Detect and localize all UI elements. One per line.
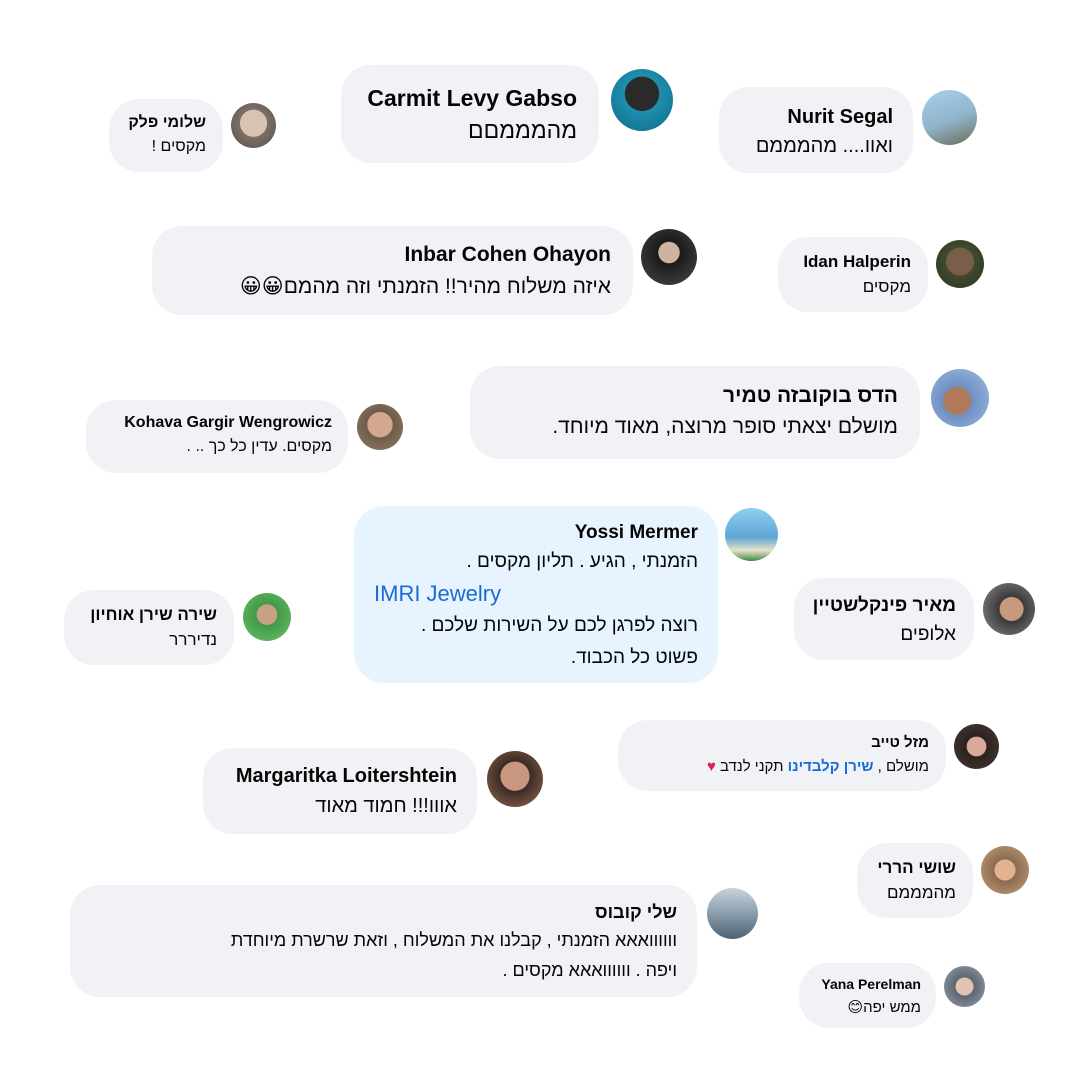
commenter-name[interactable]: מזל טייב: [635, 732, 929, 754]
comment-inbar: Inbar Cohen Ohayon איזה משלוח מהיר!! הזמ…: [152, 226, 633, 315]
commenter-name[interactable]: שירה שירן אוחיון: [81, 603, 217, 626]
comment-text: אלופים: [900, 624, 956, 645]
comment-text-line: פשוט כל הכבוד.: [570, 647, 698, 668]
comment-text-line: הזמנתי , הגיע . תליון מקסים .: [466, 551, 699, 572]
avatar-shoshi[interactable]: [981, 846, 1029, 894]
comment-text: מקסים !: [151, 138, 206, 155]
avatar-shelly[interactable]: [707, 888, 758, 939]
comment-text: ואוו.... מהמממם: [755, 135, 893, 157]
comment-shoshi: שושי הררי מהמממם: [857, 843, 973, 918]
comment-shira: שירה שירן אוחיון נדיררר: [64, 590, 234, 665]
comment-text: מושלם , שירן קלבדינו תקני לנדב ♥: [706, 758, 929, 775]
avatar-mazal[interactable]: [954, 724, 999, 769]
blush-emoji-icon: 😊: [847, 998, 864, 1016]
avatar-shlomi[interactable]: [231, 103, 276, 148]
smile-emoji-icon: 😀😀: [239, 274, 284, 298]
comment-text-line: וווווואאא הזמנתי , קבלנו את המשלוח , וזא…: [230, 930, 677, 950]
avatar-idan[interactable]: [936, 240, 984, 288]
commenter-name[interactable]: Margaritka Loitershtein: [223, 763, 457, 790]
comment-text: אווו!!! חמוד מאוד: [315, 795, 457, 817]
avatar-carmit[interactable]: [611, 69, 673, 131]
comment-carmit: Carmit Levy Gabso מהמממםם: [341, 65, 599, 163]
page-mention-link[interactable]: IMRI Jewelry: [374, 578, 698, 610]
commenter-name[interactable]: שלי קובוס: [90, 900, 677, 925]
comment-hadas: הדס בוקובזה טמיר מושלם יצאתי סופר מרוצה,…: [470, 366, 920, 459]
commenter-name[interactable]: Carmit Levy Gabso: [363, 83, 577, 113]
comment-text: נדיררר: [169, 630, 217, 649]
comment-margaritka: Margaritka Loitershtein אווו!!! חמוד מאו…: [203, 748, 477, 834]
comment-meir: מאיר פינקלשטיין אלופים: [794, 578, 974, 660]
comment-text: ממש יפה😊: [847, 998, 921, 1016]
commenter-name[interactable]: שושי הררי: [874, 856, 956, 879]
comment-yana: Yana Perelman ממש יפה😊: [799, 963, 936, 1028]
comment-text: מהמממם: [886, 883, 956, 902]
comment-shlomi: שלומי פלק מקסים !: [109, 99, 223, 172]
commenter-name[interactable]: Idan Halperin: [795, 250, 911, 273]
avatar-yana[interactable]: [944, 966, 985, 1007]
heart-icon: ♥: [706, 758, 716, 775]
comment-text: איזה משלוח מהיר!! הזמנתי וזה מהמם😀😀: [239, 274, 611, 298]
comment-yossi: Yossi Mermer הזמנתי , הגיע . תליון מקסים…: [354, 506, 718, 683]
comment-text: מושלם יצאתי סופר מרוצה, מאוד מיוחד.: [552, 415, 898, 438]
commenter-name[interactable]: Yossi Mermer: [374, 520, 698, 546]
commenter-name[interactable]: מאיר פינקלשטיין: [812, 593, 956, 619]
avatar-nurit[interactable]: [922, 90, 977, 145]
avatar-inbar[interactable]: [641, 229, 697, 285]
comment-shelly: שלי קובוס וווווואאא הזמנתי , קבלנו את המ…: [70, 885, 697, 997]
comment-nurit: Nurit Segal ואוו.... מהמממם: [719, 87, 913, 173]
avatar-shira[interactable]: [243, 593, 291, 641]
comment-kohava: Kohava Gargir Wengrowicz מקסים. עדין כל …: [86, 400, 348, 473]
avatar-hadas[interactable]: [931, 369, 989, 427]
avatar-margaritka[interactable]: [487, 751, 543, 807]
user-tag-link[interactable]: שירן קלבדינו: [788, 758, 874, 775]
comment-text: מהמממםם: [468, 117, 577, 143]
comment-mazal: מזל טייב מושלם , שירן קלבדינו תקני לנדב …: [618, 720, 946, 791]
commenter-name[interactable]: שלומי פלק: [126, 112, 206, 134]
comment-text: מקסים. עדין כל כך .. .: [186, 438, 332, 455]
comment-text-line: ויפה . וווווואאא מקסים .: [502, 960, 677, 980]
comment-text: מקסים: [862, 277, 911, 296]
commenter-name[interactable]: Nurit Segal: [739, 103, 893, 131]
avatar-kohava[interactable]: [357, 404, 403, 450]
commenter-name[interactable]: Kohava Gargir Wengrowicz: [102, 412, 332, 434]
avatar-meir[interactable]: [983, 583, 1035, 635]
comment-idan: Idan Halperin מקסים: [778, 237, 928, 312]
commenter-name[interactable]: Inbar Cohen Ohayon: [174, 241, 611, 269]
comment-text-line: רוצה לפרגן לכם על השירות שלכם .: [420, 615, 698, 636]
avatar-yossi[interactable]: [725, 508, 778, 561]
commenter-name[interactable]: Yana Perelman: [814, 974, 921, 994]
commenter-name[interactable]: הדס בוקובזה טמיר: [492, 382, 898, 410]
